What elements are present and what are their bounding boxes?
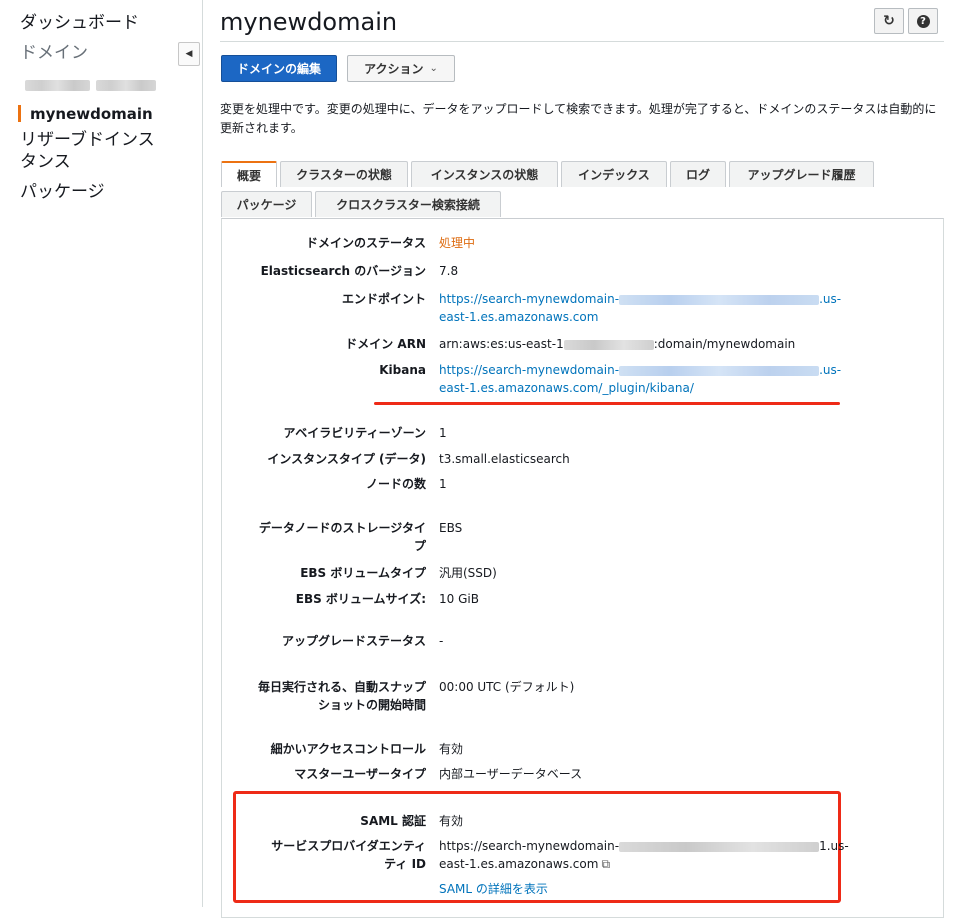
endpoint-link-part3: east-1.es.amazonaws.com <box>439 310 599 324</box>
version-label: Elasticsearch のバージョン <box>260 264 426 278</box>
node-count-label: ノードの数 <box>365 477 426 491</box>
master-user-type-value: 内部ユーザーデータベース <box>439 767 583 781</box>
storage-type-label-line2: プ <box>413 539 426 553</box>
sidebar-item-reserved-instances[interactable]: リザーブドインスタンス <box>20 129 170 173</box>
arn-part1: arn:aws:es:us-east-1 <box>439 337 564 351</box>
ebs-size-label: EBS ボリュームサイズ: <box>295 592 426 606</box>
kibana-link-part3: east-1.es.amazonaws.com/_plugin/kibana/ <box>439 381 694 395</box>
saml-auth-label: SAML 認証 <box>360 814 426 828</box>
blurred-domain-name <box>25 80 90 91</box>
sidebar: ダッシュボード ドメイン mynewdomain リザーブドインスタンス パッケ… <box>0 0 203 907</box>
endpoint-link-part2: .us- <box>819 292 842 306</box>
page-title: mynewdomain <box>220 8 398 36</box>
title-divider <box>220 41 944 42</box>
refresh-icon: ↻ <box>883 13 895 29</box>
endpoint-link[interactable]: https://search-mynewdomain- .us- east-1.e… <box>439 290 841 326</box>
upgrade-status-value: - <box>439 634 444 648</box>
sp-part3: east-1.es.amazonaws.com <box>439 857 599 871</box>
chevron-down-icon: ⌄ <box>429 63 438 74</box>
arn-value: arn:aws:es:us-east-1 :domain/mynewdomain <box>439 335 795 353</box>
endpoint-label: エンドポイント <box>341 292 426 306</box>
blurred-endpoint-id <box>619 294 820 305</box>
snapshot-time-value: 00:00 UTC (デフォルト) <box>439 680 575 694</box>
help-icon: ? <box>916 14 930 28</box>
storage-type-label: データノードのストレージタイ プ <box>212 519 426 555</box>
instance-type-value: t3.small.elasticsearch <box>439 452 570 466</box>
ebs-type-value: 汎用(SSD) <box>439 566 497 580</box>
copy-icon[interactable]: ⧉ <box>601 855 610 873</box>
collapse-sidebar-button[interactable]: ◀ <box>178 42 200 66</box>
active-indicator <box>18 105 21 122</box>
sp-label-line1: サービスプロバイダエンティ <box>271 839 426 853</box>
status-value: 処理中 <box>439 236 476 250</box>
node-count-value: 1 <box>439 477 447 491</box>
blurred-kibana-id <box>619 365 820 376</box>
snapshot-label-line1: 毎日実行される、自動スナップ <box>257 680 426 694</box>
help-button[interactable]: ? <box>908 8 938 34</box>
kibana-link-part2: .us- <box>819 363 842 377</box>
tab-upgrade-history[interactable]: アップグレード履歴 <box>729 161 874 187</box>
storage-type-label-line1: データノードのストレージタイ <box>258 521 426 535</box>
snapshot-time-label: 毎日実行される、自動スナップ ショットの開始時間 <box>212 678 426 714</box>
blurred-account-id <box>563 339 654 350</box>
tab-cross-cluster-search[interactable]: クロスクラスター検索接続 <box>315 191 501 217</box>
kibana-link[interactable]: https://search-mynewdomain- .us- east-1.e… <box>439 361 841 397</box>
collapse-left-icon: ◀ <box>185 49 193 59</box>
kibana-label: Kibana <box>379 363 426 377</box>
instance-type-label: インスタンスタイプ (データ) <box>267 452 426 466</box>
edit-domain-button[interactable]: ドメインの編集 <box>221 55 337 82</box>
processing-notice: 変更を処理中です。変更の処理中に、データをアップロードして検索できます。処理が完… <box>220 102 937 135</box>
storage-type-value: EBS <box>439 521 463 535</box>
sp-part2: 1.us- <box>819 839 849 853</box>
arn-label: ドメイン ARN <box>345 337 426 351</box>
blurred-domain-name-2 <box>96 80 156 91</box>
fgac-label: 細かいアクセスコントロール <box>270 742 426 756</box>
tab-indices[interactable]: インデックス <box>561 161 667 187</box>
sp-part1: https://search-mynewdomain- <box>439 839 620 853</box>
highlight-underline <box>374 402 840 405</box>
az-label: アベイラビリティーゾーン <box>283 426 426 440</box>
fgac-value: 有効 <box>439 742 464 756</box>
blurred-sp-id <box>619 841 820 852</box>
sp-entity-id-label: サービスプロバイダエンティ ティ ID <box>212 837 426 873</box>
tab-logs[interactable]: ログ <box>670 161 726 187</box>
endpoint-link-part1: https://search-mynewdomain- <box>439 292 620 306</box>
tab-packages[interactable]: パッケージ <box>221 191 312 217</box>
kibana-link-part1: https://search-mynewdomain- <box>439 363 620 377</box>
master-user-type-label: マスターユーザータイプ <box>294 767 426 781</box>
sp-entity-id-value: https://search-mynewdomain- 1.us- east-1.… <box>439 837 849 873</box>
saml-auth-value: 有効 <box>439 814 464 828</box>
sidebar-item-domains[interactable]: ドメイン <box>20 42 88 64</box>
az-value: 1 <box>439 426 447 440</box>
actions-label: アクション <box>364 62 424 76</box>
sidebar-item-dashboard[interactable]: ダッシュボード <box>20 12 139 34</box>
saml-details-link[interactable]: SAML の詳細を表示 <box>439 880 548 898</box>
actions-dropdown[interactable]: アクション ⌄ <box>347 55 455 82</box>
ebs-type-label: EBS ボリュームタイプ <box>300 566 426 580</box>
sidebar-item-mynewdomain[interactable]: mynewdomain <box>30 103 153 125</box>
ebs-size-value: 10 GiB <box>439 592 479 606</box>
tab-cluster-health[interactable]: クラスターの状態 <box>280 161 408 187</box>
sidebar-item-packages[interactable]: パッケージ <box>20 181 105 203</box>
tab-overview[interactable]: 概要 <box>221 161 277 187</box>
refresh-button[interactable]: ↻ <box>874 8 904 34</box>
sp-label-line2: ティ ID <box>384 857 426 871</box>
snapshot-label-line2: ショットの開始時間 <box>317 698 426 712</box>
arn-part2: :domain/mynewdomain <box>653 337 796 351</box>
status-label: ドメインのステータス <box>305 236 426 250</box>
tab-instance-health[interactable]: インスタンスの状態 <box>411 161 558 187</box>
upgrade-status-label: アップグレードステータス <box>281 634 426 648</box>
version-value: 7.8 <box>439 264 459 278</box>
